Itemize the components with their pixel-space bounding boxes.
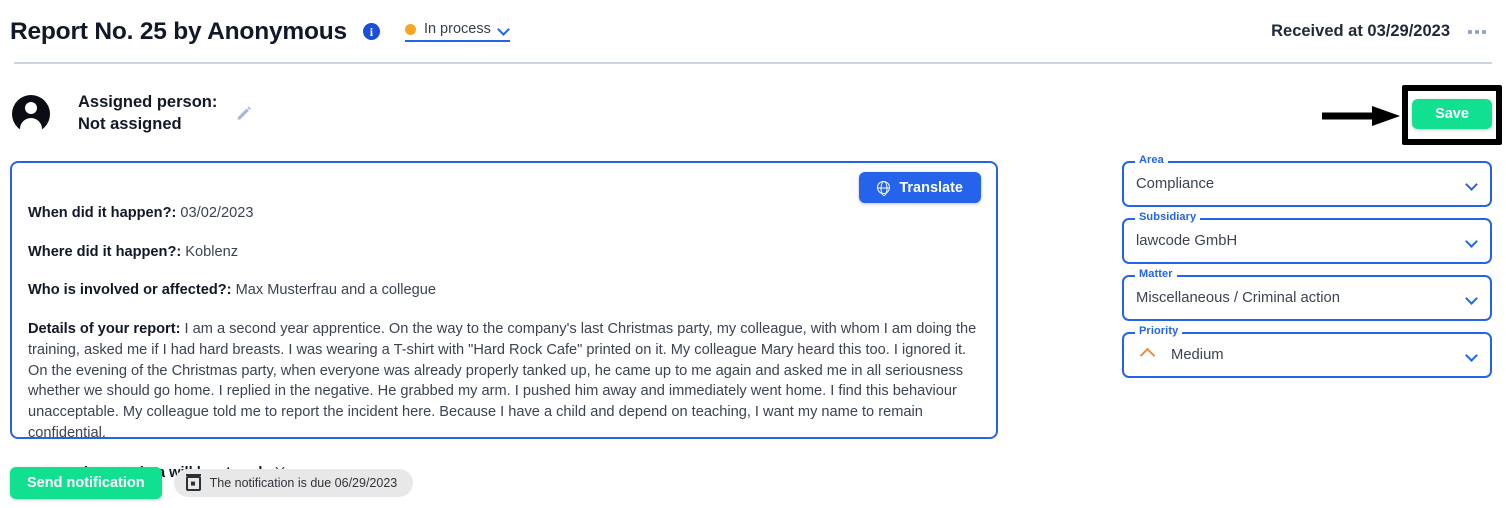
area-select-label: Area <box>1135 155 1168 166</box>
assignee-value: Not assigned <box>78 114 182 133</box>
chevron-down-icon <box>1465 178 1478 191</box>
report-entry-question: Details of your report: <box>28 321 181 338</box>
report-entry-who: Who is involved or affected?: Max Muster… <box>28 280 984 301</box>
user-avatar-icon <box>12 94 50 133</box>
header-divider <box>14 62 1492 64</box>
pencil-icon[interactable] <box>235 100 253 127</box>
matter-select[interactable]: Matter Miscellaneous / Criminal action <box>1122 269 1492 321</box>
priority-select-label: Priority <box>1135 326 1183 337</box>
chevron-down-icon <box>1465 292 1478 305</box>
area-select-value: Compliance <box>1136 176 1215 192</box>
more-horizontal-icon[interactable] <box>1464 26 1490 38</box>
translate-button[interactable]: Translate <box>859 172 981 203</box>
assignee-label: Assigned person: <box>78 93 218 111</box>
arrow-right-icon <box>1322 106 1400 126</box>
subsidiary-select-value: lawcode GmbH <box>1136 233 1238 249</box>
report-entry-answer: 03/02/2023 <box>176 205 254 221</box>
priority-medium-icon <box>1139 347 1156 363</box>
status-select[interactable]: In process <box>404 21 510 42</box>
priority-select-value: Medium <box>1171 347 1224 363</box>
subsidiary-select[interactable]: Subsidiary lawcode GmbH <box>1122 212 1492 264</box>
page-title: Report No. 25 by Anonymous <box>10 17 347 45</box>
report-entry-question: Where did it happen?: <box>28 243 182 260</box>
assignee-row: Assigned person: Not assigned <box>12 92 253 136</box>
translate-button-label: Translate <box>899 179 963 196</box>
report-body: When did it happen?: 03/02/2023 Where di… <box>18 203 994 484</box>
info-icon[interactable]: i <box>362 23 380 40</box>
matter-select-label: Matter <box>1135 269 1177 280</box>
report-card: Translate When did it happen?: 03/02/202… <box>10 161 998 481</box>
priority-select[interactable]: Priority Medium <box>1122 326 1492 378</box>
report-attributes-panel: Area Compliance Subsidiary lawcode GmbH … <box>1122 155 1492 389</box>
page-header: Report No. 25 by Anonymous i In process … <box>0 0 1506 63</box>
globe-icon <box>877 181 891 194</box>
send-notification-button[interactable]: Send notification <box>10 467 162 499</box>
report-entry-details: Details of your report: I am a second ye… <box>28 319 984 443</box>
status-value: In process <box>423 21 491 37</box>
area-select[interactable]: Area Compliance <box>1122 155 1492 207</box>
report-entry-where: Where did it happen?: Koblenz <box>28 242 984 263</box>
subsidiary-select-label: Subsidiary <box>1135 212 1201 223</box>
save-button[interactable]: Save <box>1412 99 1492 129</box>
header-right-group: Received at 03/29/2023 <box>1271 22 1506 41</box>
chevron-down-icon <box>1465 349 1478 362</box>
report-entry-question: When did it happen?: <box>28 205 177 221</box>
notification-due-label: The notification is due 06/29/2023 <box>209 476 398 490</box>
report-entry-when: When did it happen?: 03/02/2023 <box>28 203 984 224</box>
assignee-text-group: Assigned person: Not assigned <box>78 92 217 136</box>
header-left-group: Report No. 25 by Anonymous i In process <box>0 18 510 46</box>
report-entry-answer: I am a second year apprentice. On the wa… <box>28 321 977 441</box>
report-entry-answer: Max Musterfrau and a collegue <box>231 282 436 299</box>
matter-select-value: Miscellaneous / Criminal action <box>1136 290 1340 306</box>
bottom-action-row: Send notification The notification is du… <box>10 467 414 499</box>
notification-due-chip: The notification is due 06/29/2023 <box>173 469 414 497</box>
calendar-icon <box>185 473 201 491</box>
status-dot-icon <box>404 23 416 35</box>
report-entry-question: Who is involved or affected?: <box>28 282 232 299</box>
chevron-down-icon <box>1465 235 1478 248</box>
received-date: Received at 03/29/2023 <box>1271 22 1450 40</box>
report-entry-answer: Koblenz <box>181 243 239 260</box>
chevron-down-icon <box>497 23 510 36</box>
